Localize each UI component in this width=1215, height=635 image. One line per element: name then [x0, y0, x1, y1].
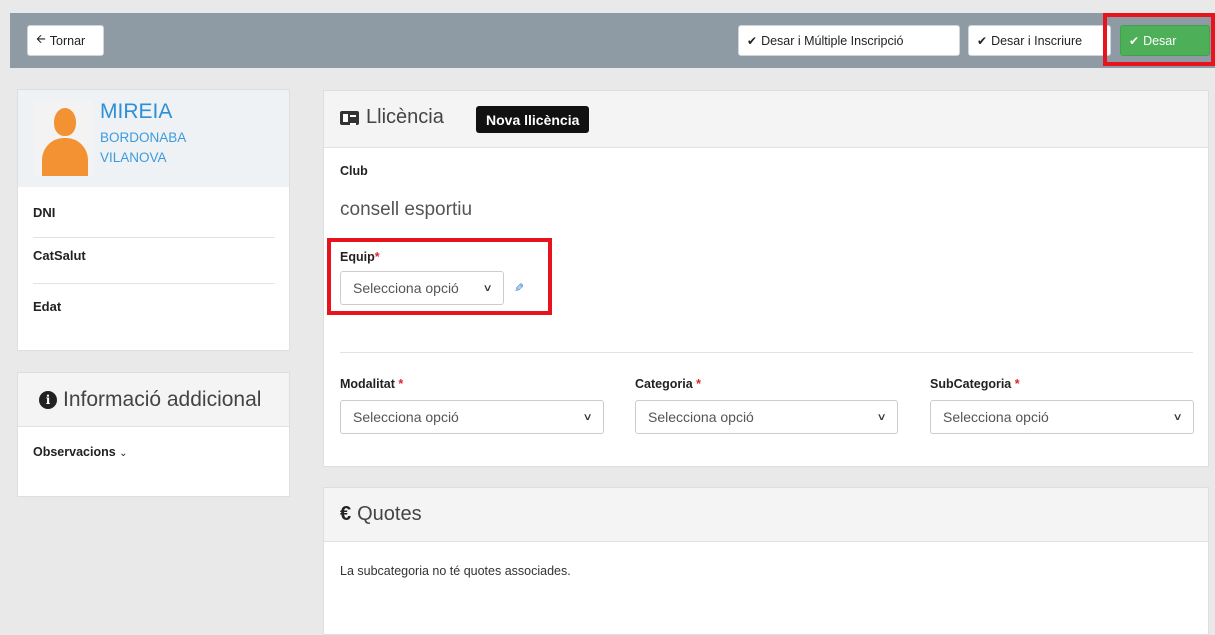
chevron-down-icon: ∨	[876, 411, 887, 423]
additional-info-header: i Informació addicional	[18, 373, 289, 427]
additional-info-card: i Informació addicional Observacions ⌄	[17, 372, 290, 497]
check-icon: ✔	[977, 33, 988, 48]
check-icon: ✔	[747, 33, 758, 48]
observations-toggle[interactable]: Observacions ⌄	[33, 445, 128, 459]
avatar	[33, 100, 93, 176]
profile-surname-1: BORDONABA	[100, 130, 187, 145]
back-label: Tornar	[49, 33, 86, 48]
category-select[interactable]: Selecciona opció ∨	[635, 400, 898, 434]
team-field-highlight	[327, 238, 552, 315]
back-button[interactable]: 🡨 Tornar	[27, 25, 104, 56]
id-card-icon	[340, 110, 359, 125]
divider	[33, 283, 275, 284]
category-label: Categoria *	[635, 377, 702, 391]
modality-select-value: Selecciona opció	[353, 409, 459, 425]
profile-field-catsalut: CatSalut	[33, 248, 86, 263]
subcategory-label: SubCategoria *	[930, 377, 1020, 391]
chevron-down-icon: ∨	[582, 411, 593, 423]
save-enroll-label: Desar i Inscriure	[991, 33, 1083, 48]
license-title: Llicència	[340, 106, 444, 129]
new-license-badge: Nova llicència	[476, 106, 590, 133]
subcategory-select-value: Selecciona opció	[943, 409, 1049, 425]
quotes-message: La subcategoria no té quotes associades.	[340, 564, 571, 578]
license-title-text: Llicència	[366, 106, 444, 128]
license-header: Llicència Nova llicència	[324, 91, 1208, 148]
subcategory-select[interactable]: Selecciona opció ∨	[930, 400, 1194, 434]
arrow-left-icon: 🡨	[36, 32, 46, 46]
avatar-head-icon	[54, 108, 76, 136]
observations-label: Observacions	[33, 445, 116, 459]
save-multiple-enroll-button[interactable]: ✔ Desar i Múltiple Inscripció	[738, 25, 960, 56]
profile-first-name: MIREIA	[100, 100, 173, 123]
save-multiple-label: Desar i Múltiple Inscripció	[761, 33, 904, 48]
modality-label: Modalitat *	[340, 377, 404, 391]
divider	[340, 352, 1193, 353]
quotes-card: € Quotes La subcategoria no té quotes as…	[323, 487, 1209, 635]
modality-select[interactable]: Selecciona opció ∨	[340, 400, 604, 434]
chevron-down-icon: ∨	[1172, 411, 1183, 423]
save-enroll-button[interactable]: ✔ Desar i Inscriure	[968, 25, 1111, 56]
profile-header: MIREIA BORDONABA VILANOVA	[18, 90, 289, 187]
info-icon: i	[39, 390, 57, 409]
club-value: consell esportiu	[340, 199, 473, 220]
profile-card: MIREIA BORDONABA VILANOVA DNI CatSalut E…	[17, 89, 290, 351]
additional-info-title: Informació addicional	[63, 387, 262, 411]
save-button-highlight	[1103, 13, 1215, 66]
divider	[33, 237, 275, 238]
club-label: Club	[340, 164, 368, 178]
top-toolbar: 🡨 Tornar ✔ Desar i Múltiple Inscripció ✔…	[10, 13, 1215, 68]
quotes-title: Quotes	[357, 503, 422, 525]
profile-field-age: Edat	[33, 299, 62, 314]
category-select-value: Selecciona opció	[648, 409, 754, 425]
quotes-header: € Quotes	[324, 488, 1208, 542]
profile-surname-2: VILANOVA	[100, 150, 167, 165]
avatar-body-icon	[42, 138, 88, 176]
chevron-down-icon: ⌄	[119, 448, 128, 459]
profile-field-dni: DNI	[33, 205, 56, 220]
euro-icon: €	[340, 503, 352, 525]
